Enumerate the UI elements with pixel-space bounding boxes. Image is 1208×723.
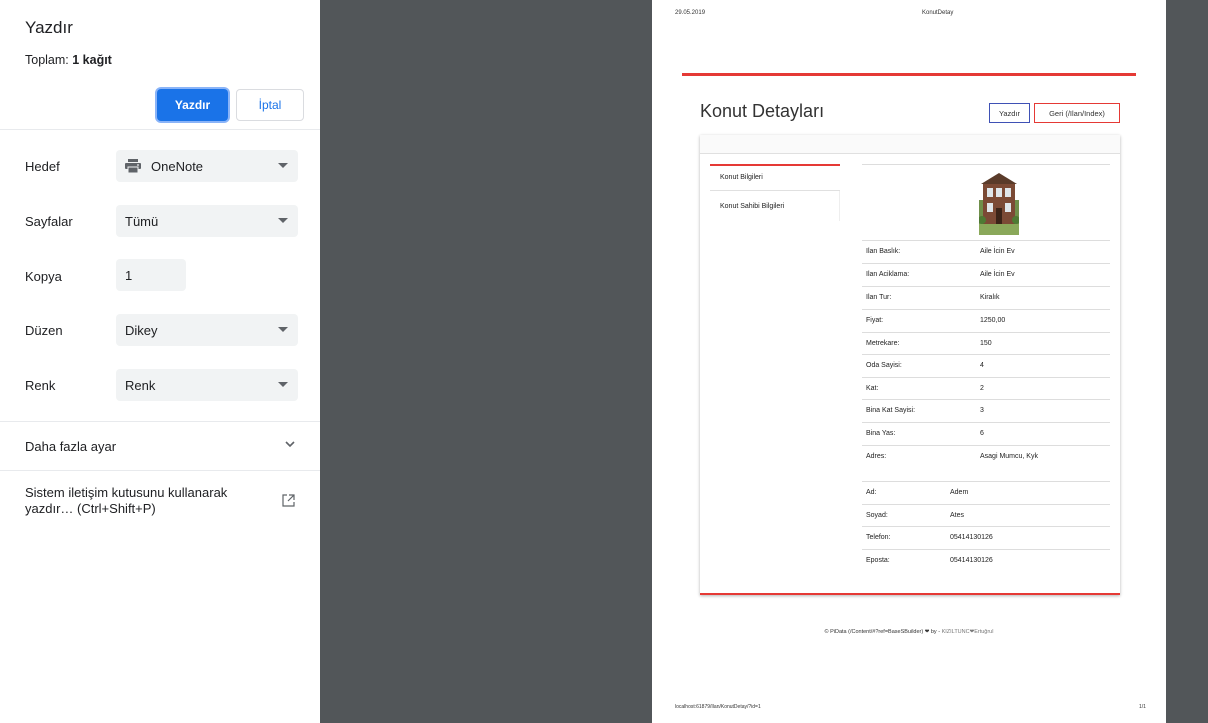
page-number: 1/1 xyxy=(1139,704,1146,710)
copies-input[interactable] xyxy=(116,259,186,291)
copies-label: Kopya xyxy=(25,269,62,284)
sheet-count: 1 kağıt xyxy=(72,53,112,67)
pages-select[interactable]: Tümü xyxy=(116,205,298,237)
owner-value: Ates xyxy=(950,512,965,519)
owner-row: Eposta: 05414130126 xyxy=(862,549,1110,572)
print-button[interactable]: Yazdır xyxy=(157,89,228,121)
detail-value: Aile İcin Ev xyxy=(980,248,1015,255)
details-card: Konut Bilgileri Konut Sahibi Bilgileri I… xyxy=(700,135,1120,595)
house-photo xyxy=(978,170,1020,235)
detail-label: Kat: xyxy=(866,385,879,392)
detail-value: 3 xyxy=(980,407,984,414)
owner-value: 05414130126 xyxy=(950,557,993,564)
page-title: Konut Detayları xyxy=(700,101,825,121)
divider xyxy=(862,164,1110,165)
back-button[interactable]: Geri (/Ilan/Index) xyxy=(1034,103,1120,123)
owner-label: Soyad: xyxy=(866,512,888,519)
layout-select[interactable]: Dikey xyxy=(116,314,298,346)
divider xyxy=(0,470,320,471)
detail-label: Oda Sayisi: xyxy=(866,362,902,369)
divider xyxy=(0,421,320,422)
dropdown-arrow-icon xyxy=(278,382,288,387)
dropdown-arrow-icon xyxy=(278,163,288,168)
layout-value: Dikey xyxy=(125,322,158,338)
detail-value: Kiralık xyxy=(980,294,1000,301)
sheet-total: Toplam: 1 kağıt xyxy=(25,53,112,67)
printer-icon xyxy=(125,159,141,173)
footer-text: © PiData (/Content/#?ref=BaseSBuilder) ❤… xyxy=(824,629,941,635)
detail-label: Metrekare: xyxy=(866,340,900,347)
more-settings-toggle[interactable]: Daha fazla ayar xyxy=(25,439,116,454)
owner-label: Eposta: xyxy=(866,557,890,564)
header-page-title: KonutDetay xyxy=(922,10,954,16)
detail-row: Oda Sayisi: 4 xyxy=(862,354,1110,377)
owner-row: Ad: Adem xyxy=(862,481,1110,504)
detail-label: Ilan Baslık: xyxy=(866,248,901,255)
detail-value: Aile İcin Ev xyxy=(980,271,1015,278)
footer-author: KIZILTUNC❤Ertuğrul xyxy=(941,629,994,635)
system-dialog-link[interactable]: Sistem iletişim kutusunu kullanarak yazd… xyxy=(25,485,265,517)
detail-label: Bina Yas: xyxy=(866,430,896,437)
detail-value: Asagi Mumcu, Kyk xyxy=(980,453,1038,460)
divider xyxy=(0,129,320,130)
detail-row: Ilan Baslık: Aile İcin Ev xyxy=(862,240,1110,263)
print-settings-panel: Yazdır Toplam: 1 kağıt Yazdır İptal Hede… xyxy=(0,0,320,723)
tab-property-info[interactable]: Konut Bilgileri xyxy=(710,164,840,191)
detail-label: Fiyat: xyxy=(866,317,884,324)
detail-row: Metrekare: 150 xyxy=(862,332,1110,355)
owner-row: Soyad: Ates xyxy=(862,504,1110,527)
owner-row: Telefon: 05414130126 xyxy=(862,526,1110,549)
color-label: Renk xyxy=(25,378,56,393)
owner-value: Adem xyxy=(950,489,969,496)
detail-row: Ilan Aciklama: Aile İcin Ev xyxy=(862,263,1110,286)
detail-row: Fiyat: 1250,00 xyxy=(862,309,1110,332)
footer-url: localhost:61879/Ilan/KonutDetay/?id=1 xyxy=(675,704,761,710)
print-preview-page: 29.05.2019 KonutDetay Konut Detayları Ya… xyxy=(652,0,1166,723)
destination-select[interactable]: OneNote xyxy=(116,150,298,182)
card-header xyxy=(700,135,1120,154)
detail-value: 4 xyxy=(980,362,984,369)
detail-row: Kat: 2 xyxy=(862,377,1110,400)
owner-label: Ad: xyxy=(866,489,877,496)
detail-row: Adres: Asagi Mumcu, Kyk xyxy=(862,445,1110,480)
detail-value: 150 xyxy=(980,340,992,347)
color-select[interactable]: Renk xyxy=(116,369,298,401)
preview-print-button[interactable]: Yazdır xyxy=(989,103,1030,123)
detail-value: 6 xyxy=(980,430,984,437)
dropdown-arrow-icon xyxy=(278,327,288,332)
owner-value: 05414130126 xyxy=(950,534,993,541)
detail-label: Ilan Tur: xyxy=(866,294,892,301)
layout-label: Düzen xyxy=(25,323,63,338)
chevron-down-icon[interactable] xyxy=(283,437,297,456)
tab-owner-info[interactable]: Konut Sahibi Bilgileri xyxy=(710,191,840,221)
open-external-icon[interactable] xyxy=(282,494,295,512)
pages-label: Sayfalar xyxy=(25,214,73,229)
detail-label: Adres: xyxy=(866,453,887,460)
accent-bar xyxy=(682,73,1136,76)
detail-row: Ilan Tur: Kiralık xyxy=(862,286,1110,309)
dropdown-arrow-icon xyxy=(278,218,288,223)
destination-label: Hedef xyxy=(25,159,60,174)
page-footer: © PiData (/Content/#?ref=BaseSBuilder) ❤… xyxy=(652,629,1166,635)
detail-label: Ilan Aciklama: xyxy=(866,271,910,278)
destination-value: OneNote xyxy=(151,158,204,174)
detail-row: Bina Kat Sayisi: 3 xyxy=(862,399,1110,422)
header-date: 29.05.2019 xyxy=(675,10,706,16)
color-value: Renk xyxy=(125,377,156,393)
detail-row: Bina Yas: 6 xyxy=(862,422,1110,445)
pages-value: Tümü xyxy=(125,213,159,229)
cancel-button[interactable]: İptal xyxy=(236,89,304,121)
panel-title: Yazdır xyxy=(25,18,73,37)
detail-label: Bina Kat Sayisi: xyxy=(866,407,916,414)
owner-label: Telefon: xyxy=(866,534,891,541)
detail-value: 2 xyxy=(980,385,984,392)
detail-value: 1250,00 xyxy=(980,317,1006,324)
